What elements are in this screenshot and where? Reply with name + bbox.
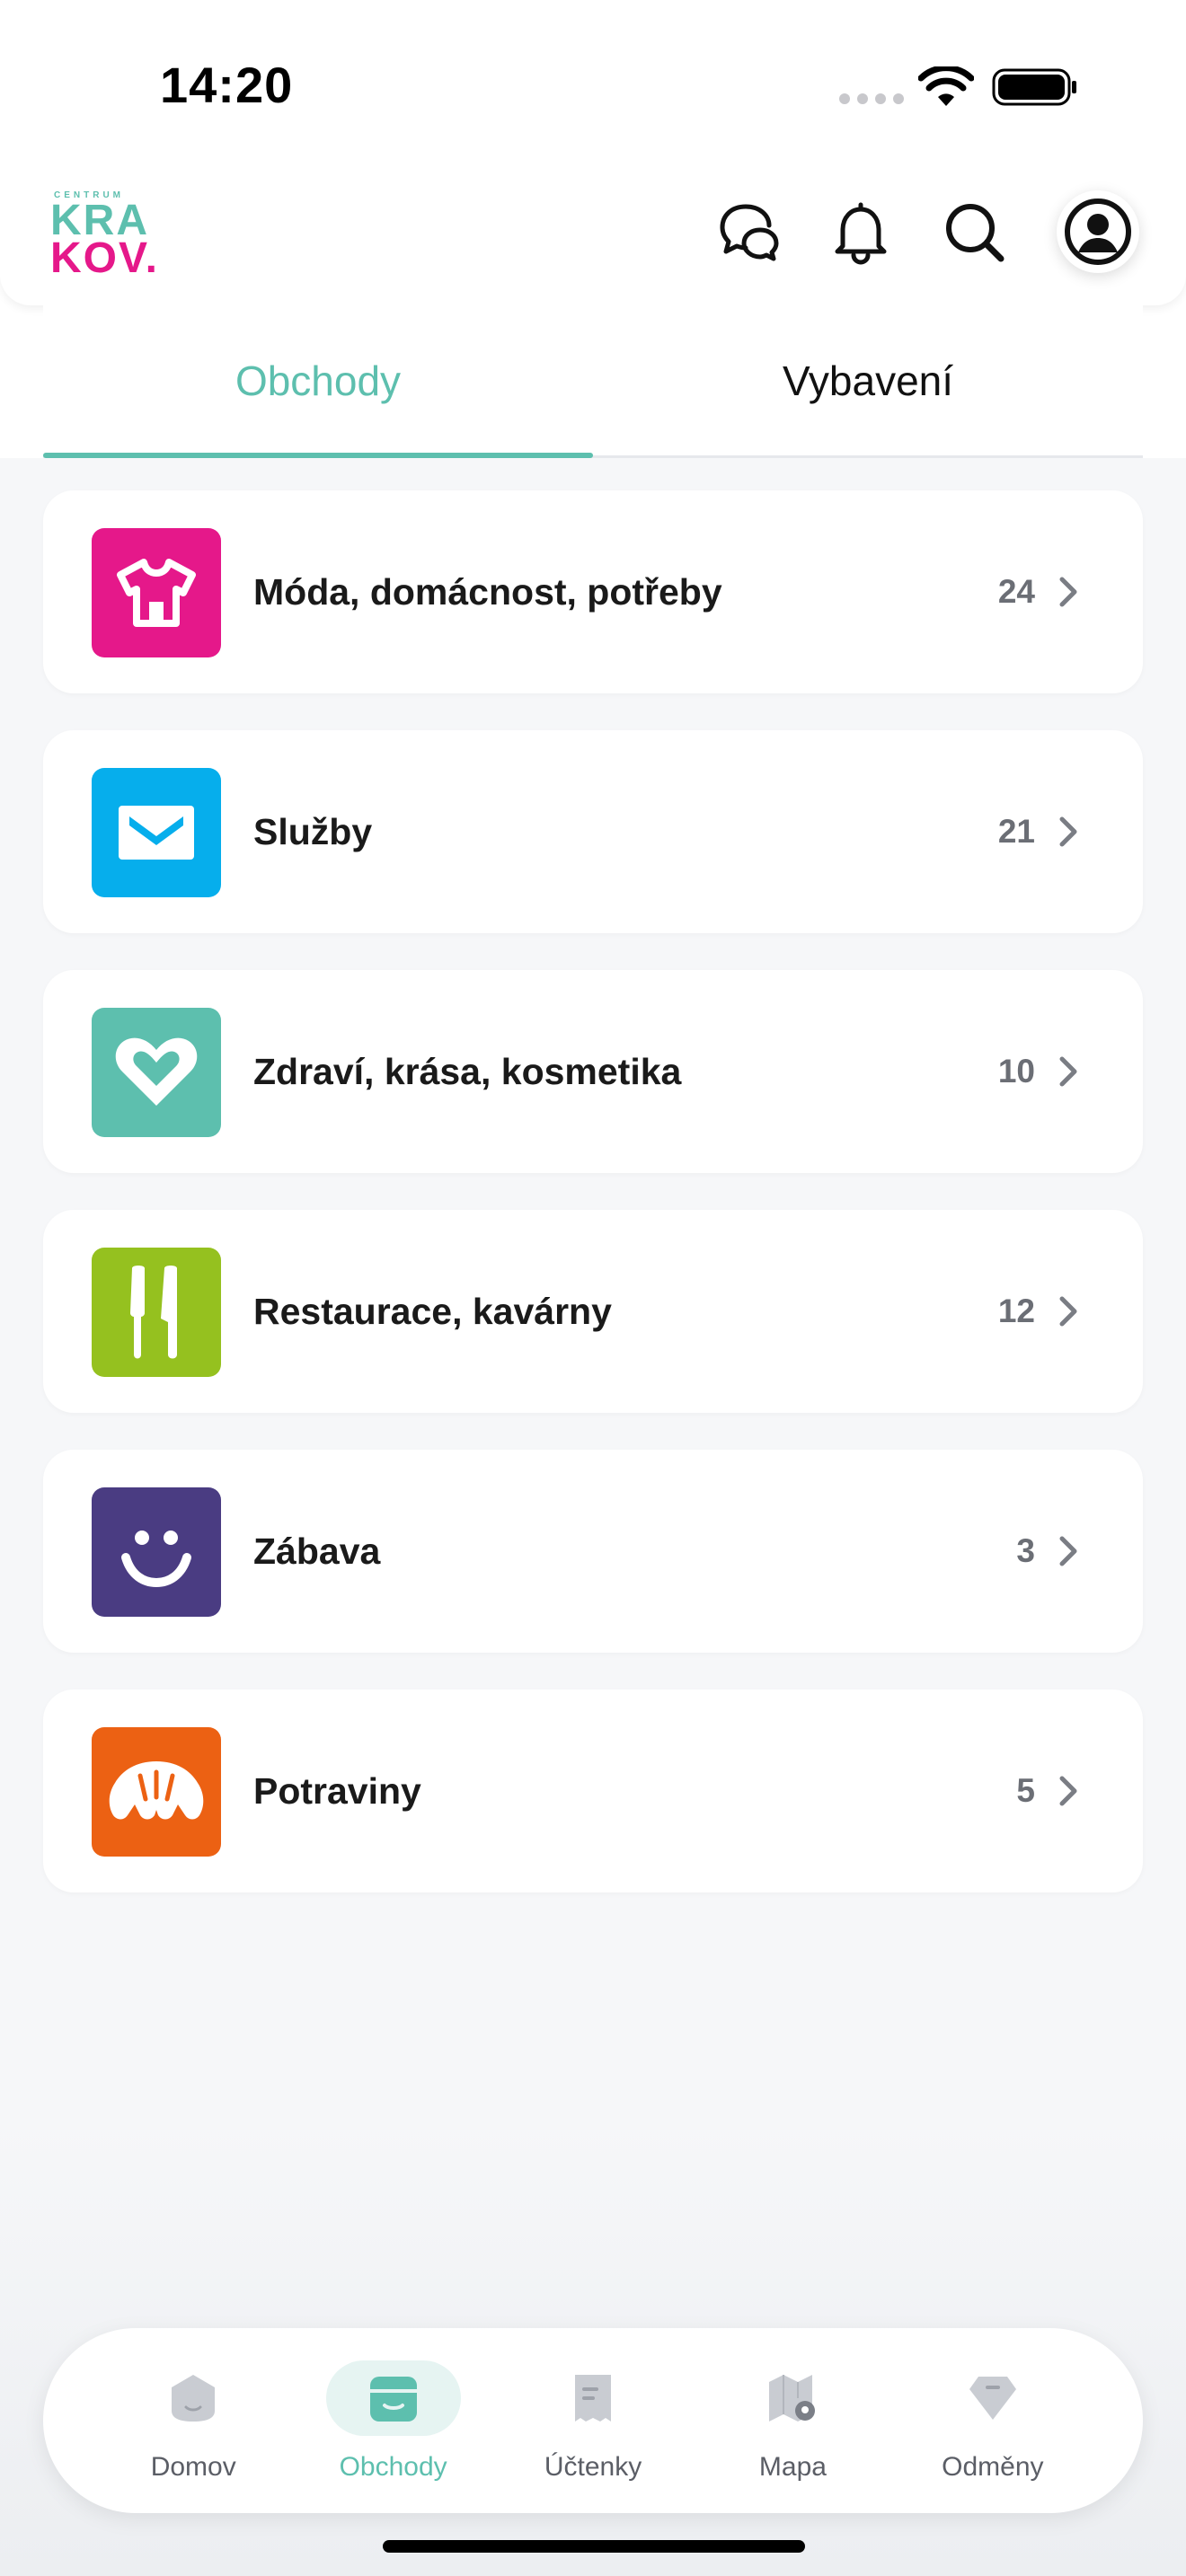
croissant-icon [92,1727,221,1857]
nav-icon-wrap [925,2360,1060,2436]
nav-item-mapa[interactable]: Mapa [693,2328,892,2513]
bottom-navigation: Domov Obchody Účtenky Mapa Odměny [43,2328,1143,2513]
receipt-icon [575,2375,612,2422]
user-profile-button[interactable] [1057,190,1139,273]
nav-item-odmeny[interactable]: Odměny [893,2328,1093,2513]
heart-icon [92,1008,221,1137]
cutlery-icon [92,1248,221,1377]
nav-label: Obchody [339,2452,447,2482]
chevron-right-icon [1059,1536,1077,1566]
tab-obchody[interactable]: Obchody [43,305,593,458]
map-icon [769,2375,816,2422]
envelope-icon [92,768,221,897]
nav-icon-wrap [325,2360,461,2436]
nav-label: Domov [150,2452,236,2482]
category-row-sluzby[interactable]: Služby 21 [43,730,1143,933]
tab-bar: Obchody Vybavení [43,305,1143,458]
chevron-right-icon [1059,577,1077,607]
category-count: 3 [1016,1532,1035,1569]
nav-icon-wrap [526,2360,660,2436]
chat-icon[interactable] [715,198,783,266]
home-indicator [383,2540,805,2553]
krakov-logo[interactable]: CENTRUM KRA KOV. [49,185,159,282]
nav-label: Odměny [942,2452,1044,2482]
category-count: 21 [997,813,1035,850]
bell-icon[interactable] [827,198,895,266]
user-avatar-icon [1065,198,1131,265]
search-icon[interactable] [940,198,1008,266]
category-label: Restaurace, kavárny [253,1290,612,1332]
home-icon [172,2375,216,2422]
nav-item-domov[interactable]: Domov [93,2328,293,2513]
nav-label: Účtenky [544,2452,642,2482]
category-count: 5 [1016,1772,1035,1809]
store-icon [369,2377,417,2422]
nav-icon-wrap [126,2360,261,2436]
category-label: Potraviny [253,1769,421,1812]
status-time: 14:20 [160,57,294,113]
category-row-moda[interactable]: Móda, domácnost, potřeby 24 [43,490,1143,693]
tshirt-icon [92,528,221,657]
category-list: Móda, domácnost, potřeby 24 Služby 21 Zd… [43,490,1143,1929]
cellular-signal-icon [839,93,904,104]
chevron-right-icon [1059,1056,1077,1087]
chevron-right-icon [1059,1776,1077,1806]
category-count: 10 [997,1053,1035,1090]
smiley-icon [92,1487,221,1617]
category-row-restaurace[interactable]: Restaurace, kavárny 12 [43,1210,1143,1413]
nav-item-obchody[interactable]: Obchody [293,2328,492,2513]
logo-line2: KOV. [50,234,159,282]
category-row-potraviny[interactable]: Potraviny 5 [43,1689,1143,1892]
category-label: Služby [253,810,373,852]
category-row-zdravi[interactable]: Zdraví, krása, kosmetika 10 [43,970,1143,1173]
tab-vybaveni[interactable]: Vybavení [593,305,1143,455]
category-label: Móda, domácnost, potřeby [253,570,722,613]
category-label: Zábava [253,1530,381,1572]
chevron-right-icon [1059,816,1077,847]
category-count: 12 [997,1292,1035,1329]
battery-icon [992,68,1076,106]
rewards-icon [969,2377,1016,2420]
nav-icon-wrap [725,2360,860,2436]
nav-label: Mapa [758,2452,827,2482]
category-count: 24 [997,573,1035,610]
wifi-icon [918,66,974,106]
app-header: 14:20 CENTRUM KRA KOV. [0,0,1186,305]
chevron-right-icon [1059,1296,1077,1327]
category-label: Zdraví, krása, kosmetika [253,1050,682,1092]
nav-item-uctenky[interactable]: Účtenky [493,2328,693,2513]
category-row-zabava[interactable]: Zábava 3 [43,1450,1143,1653]
